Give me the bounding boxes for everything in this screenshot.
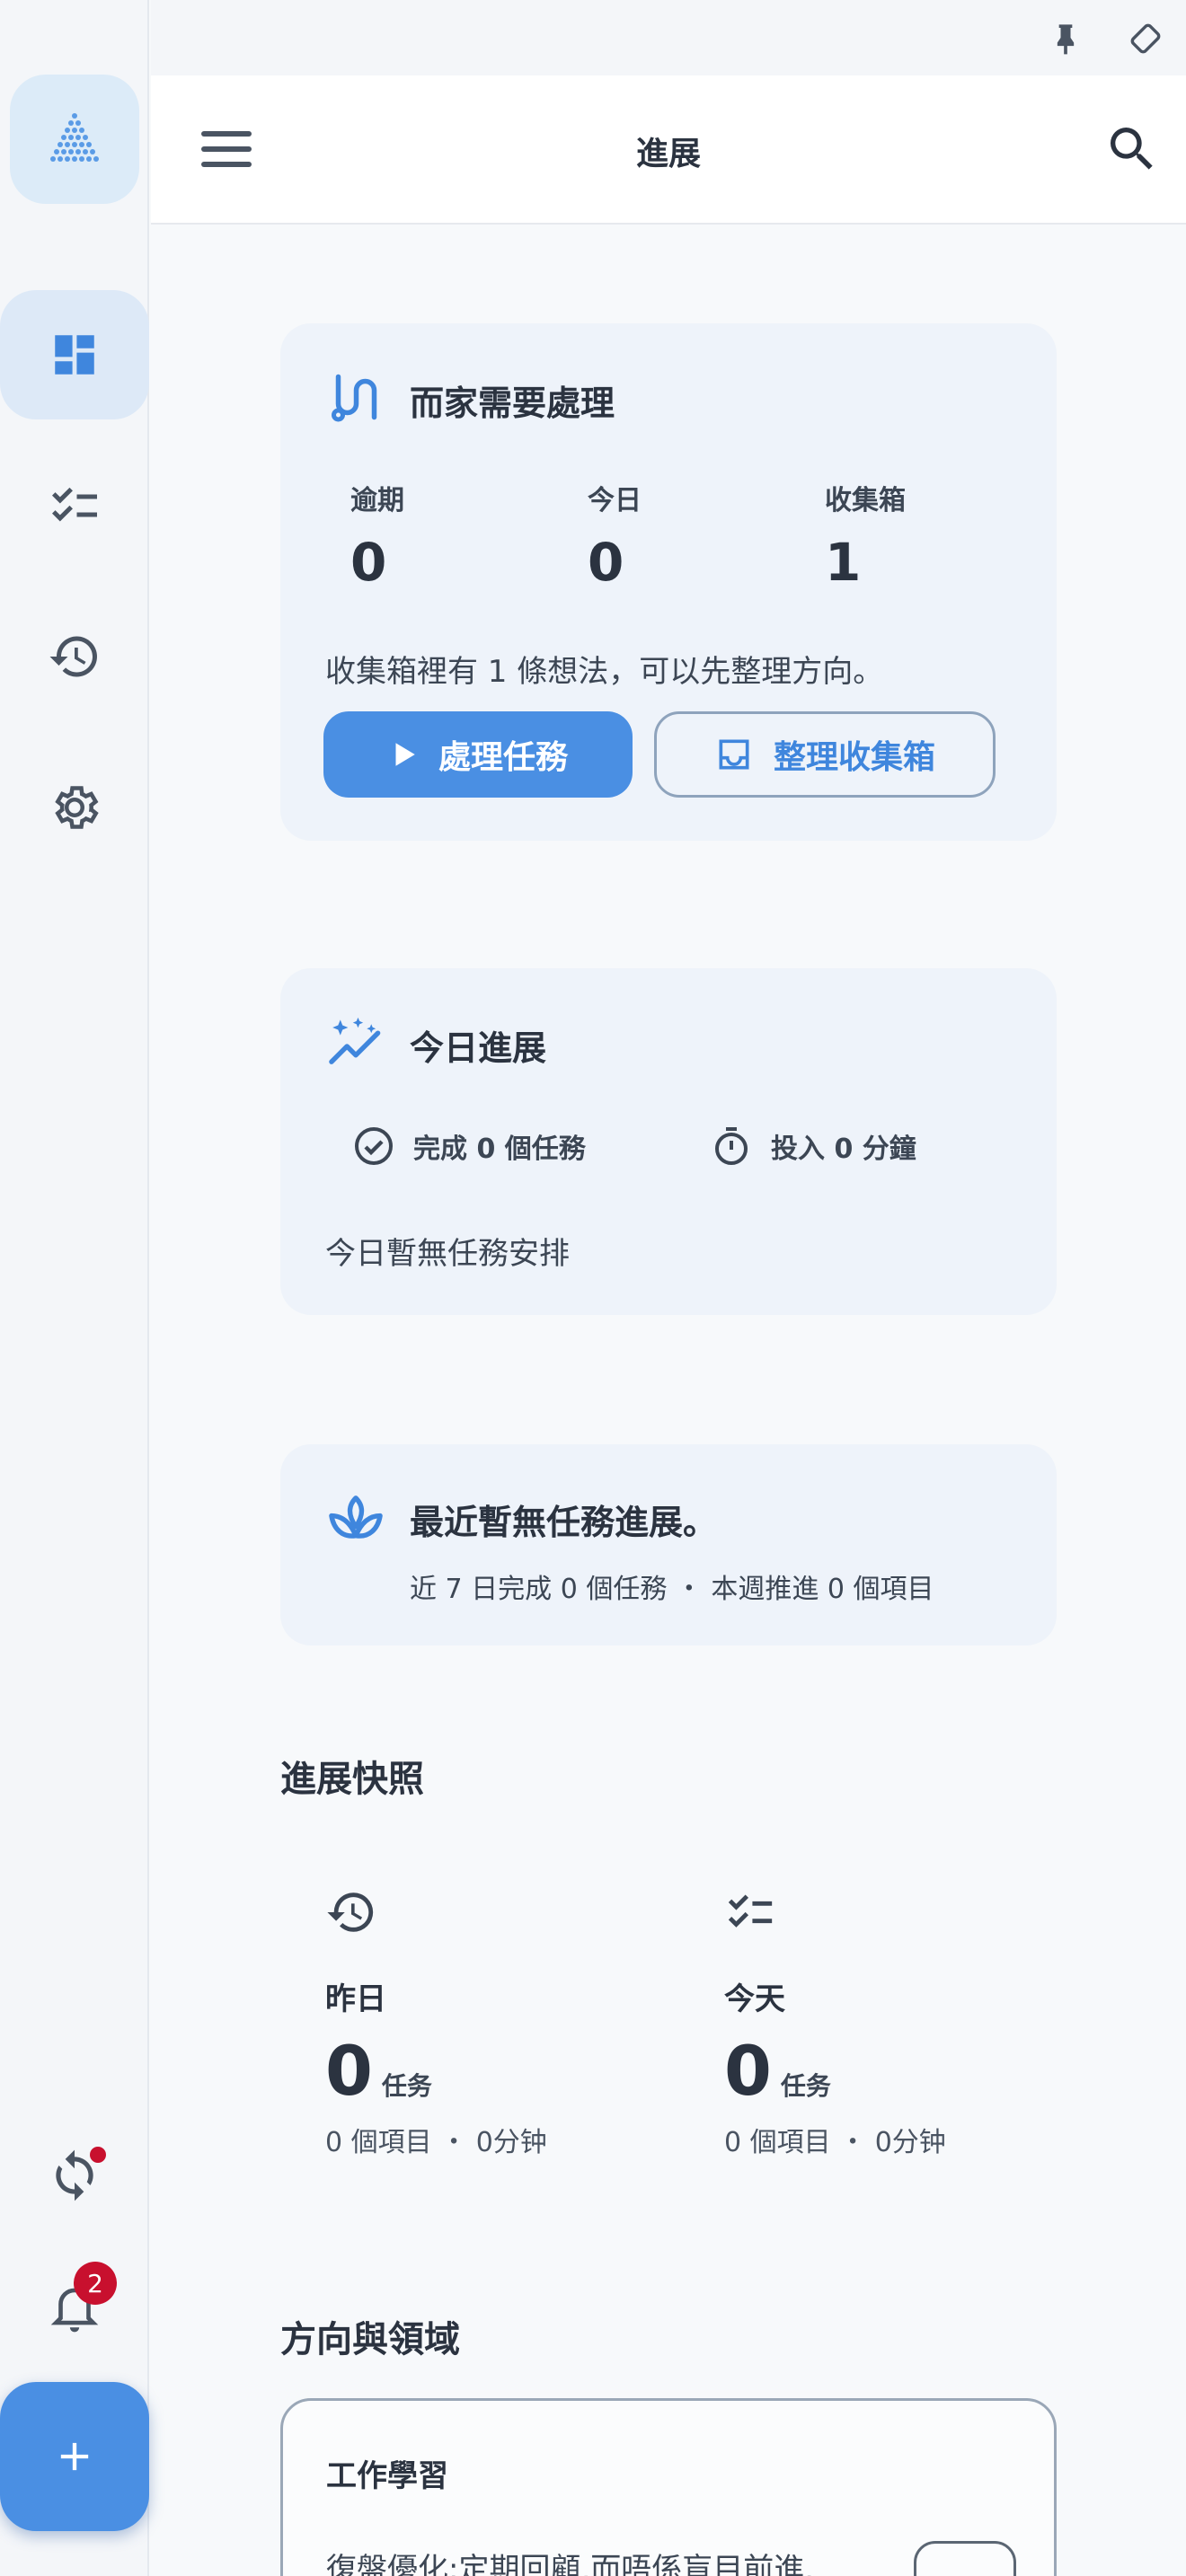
checklist-icon <box>728 1894 773 1928</box>
app-logo[interactable] <box>10 75 139 204</box>
domain-card-work-study[interactable]: 工作學習 復盤優化:定期回顧,而唔係盲目前進. <box>280 2398 1057 2576</box>
stat-inbox[interactable]: 收集箱 1 <box>825 478 906 593</box>
app-bar: 進展 <box>151 75 1186 225</box>
gear-icon <box>55 786 99 829</box>
lotus-icon <box>329 1495 383 1539</box>
domain-description: 復盤優化:定期回顧,而唔係盲目前進. <box>326 2552 815 2576</box>
card-title: 而家需要處理 <box>410 384 615 423</box>
top-system-bar <box>151 0 1186 75</box>
card-title: 今日進展 <box>410 1028 547 1068</box>
pin-icon[interactable] <box>1046 18 1085 57</box>
domain-name: 工作學習 <box>326 2458 448 2494</box>
organize-inbox-button[interactable]: 整理收集箱 <box>654 711 996 798</box>
rail-item-settings[interactable] <box>0 743 149 872</box>
stat-overdue[interactable]: 逾期 0 <box>350 478 404 593</box>
rail-item-history[interactable] <box>0 592 149 721</box>
rail-item-tasks[interactable] <box>0 441 149 570</box>
notification-count-badge: 2 <box>74 2262 117 2305</box>
sparkle-trend-icon <box>329 1017 381 1064</box>
checklist-icon <box>52 487 97 522</box>
inbox-icon <box>719 739 749 770</box>
play-icon <box>395 743 415 766</box>
card-title: 最近暫無任務進展。 <box>410 1503 718 1542</box>
inbox-message: 收集箱裡有 1 條想法，可以先整理方向。 <box>325 654 884 690</box>
process-tasks-button[interactable]: 處理任務 <box>323 711 633 798</box>
snapshot-yesterday[interactable]: 昨日 0 任务 0 個項目 ・ 0分钟 <box>325 1886 547 2159</box>
action-needed-card: 而家需要處理 逾期 0 今日 0 收集箱 1 收集箱裡有 1 條想法，可以先整理… <box>280 323 1057 841</box>
plus-icon <box>60 2442 89 2471</box>
route-icon <box>332 374 377 422</box>
snapshot-today[interactable]: 今天 0 任务 0 個項目 ・ 0分钟 <box>724 1886 946 2159</box>
search-icon[interactable] <box>1103 120 1161 178</box>
snapshot-count: 0 <box>325 2031 373 2111</box>
recent-progress-card: 最近暫無任務進展。 近 7 日完成 0 個任務 ・ 本週推進 0 個項目 <box>280 1444 1057 1645</box>
screen-rotation-icon[interactable] <box>1125 18 1166 59</box>
domain-action-button[interactable] <box>914 2541 1016 2576</box>
completed-tasks-stat: 完成 0 個任務 <box>352 1125 586 1168</box>
domains-section-title: 方向與領域 <box>280 2319 460 2360</box>
recent-summary: 近 7 日完成 0 個任務 ・ 本週推進 0 個項目 <box>410 1574 934 1605</box>
today-progress-card: 今日進展 完成 0 個任務 投入 0 分鐘 今日暫無任務安排 <box>280 968 1057 1315</box>
invested-time-stat: 投入 0 分鐘 <box>710 1125 916 1168</box>
snapshot-section-title: 進展快照 <box>280 1759 424 1800</box>
check-circle-icon <box>355 1127 393 1165</box>
rail-item-sync[interactable] <box>0 2111 149 2240</box>
dashboard-icon <box>55 335 94 375</box>
app-logo-icon <box>50 113 99 162</box>
stat-today[interactable]: 今日 0 <box>588 478 642 593</box>
sync-badge-dot <box>90 2147 106 2163</box>
snapshot-count: 0 <box>724 2031 772 2111</box>
stopwatch-icon <box>715 1127 748 1165</box>
history-icon <box>49 636 97 677</box>
history-icon <box>327 1892 374 1932</box>
page-title: 進展 <box>635 136 701 172</box>
add-task-fab[interactable] <box>0 2382 149 2531</box>
today-empty-message: 今日暫無任務安排 <box>325 1236 570 1272</box>
navigation-rail: 2 <box>0 0 149 2576</box>
rail-item-dashboard[interactable] <box>0 290 149 419</box>
rail-item-notifications[interactable]: 2 <box>0 2242 149 2371</box>
